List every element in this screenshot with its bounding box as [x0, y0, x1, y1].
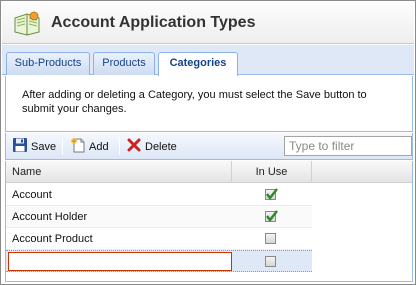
app-window: Account Application Types Sub-Products P…	[0, 0, 416, 285]
add-document-icon	[70, 137, 86, 156]
toolbar: Save Add Delete	[5, 133, 413, 160]
table-row[interactable]: Account	[6, 184, 312, 206]
book-icon	[12, 10, 42, 36]
delete-button[interactable]: Delete	[126, 138, 177, 155]
red-x-icon	[126, 137, 142, 156]
title-bar: Account Application Types	[2, 2, 414, 44]
in-use-checkbox[interactable]	[265, 188, 278, 200]
delete-label: Delete	[145, 140, 177, 153]
info-message: After adding or deleting a Category, you…	[5, 76, 413, 132]
toolbar-separator	[119, 138, 120, 155]
in-use-checkbox[interactable]	[265, 210, 278, 222]
in-use-checkbox[interactable]	[265, 233, 276, 244]
categories-grid: Name In Use Account Account Holder Accou…	[5, 161, 413, 282]
checkmark-icon	[266, 188, 278, 200]
toolbar-separator	[62, 138, 63, 155]
page-title: Account Application Types	[51, 14, 256, 31]
row-name: Account Holder	[12, 211, 88, 223]
tab-categories[interactable]: Categories	[158, 52, 238, 76]
save-button[interactable]: Save	[12, 138, 56, 155]
floppy-disk-icon	[12, 137, 28, 156]
tab-products[interactable]: Products	[93, 52, 155, 75]
add-button[interactable]: Add	[70, 138, 109, 155]
table-row[interactable]: Account Holder	[6, 206, 312, 228]
table-row[interactable]: Account Product	[6, 228, 312, 250]
add-label: Add	[89, 140, 109, 153]
save-label: Save	[31, 140, 57, 153]
tab-strip: Sub-Products Products Categories	[2, 45, 414, 76]
filter-input[interactable]	[284, 136, 412, 156]
column-header-in-use[interactable]: In Use	[232, 161, 312, 183]
row-name: Account Product	[12, 233, 93, 245]
table-row-editing[interactable]	[6, 250, 312, 272]
in-use-checkbox[interactable]	[265, 256, 276, 267]
category-name-editor[interactable]	[8, 252, 232, 271]
grid-header: Name In Use	[6, 161, 412, 183]
tab-sub-products[interactable]: Sub-Products	[6, 52, 90, 75]
column-header-name[interactable]: Name	[6, 161, 232, 183]
checkmark-icon	[266, 210, 278, 222]
row-name: Account	[12, 189, 52, 201]
info-text: After adding or deleting a Category, you…	[22, 89, 367, 115]
